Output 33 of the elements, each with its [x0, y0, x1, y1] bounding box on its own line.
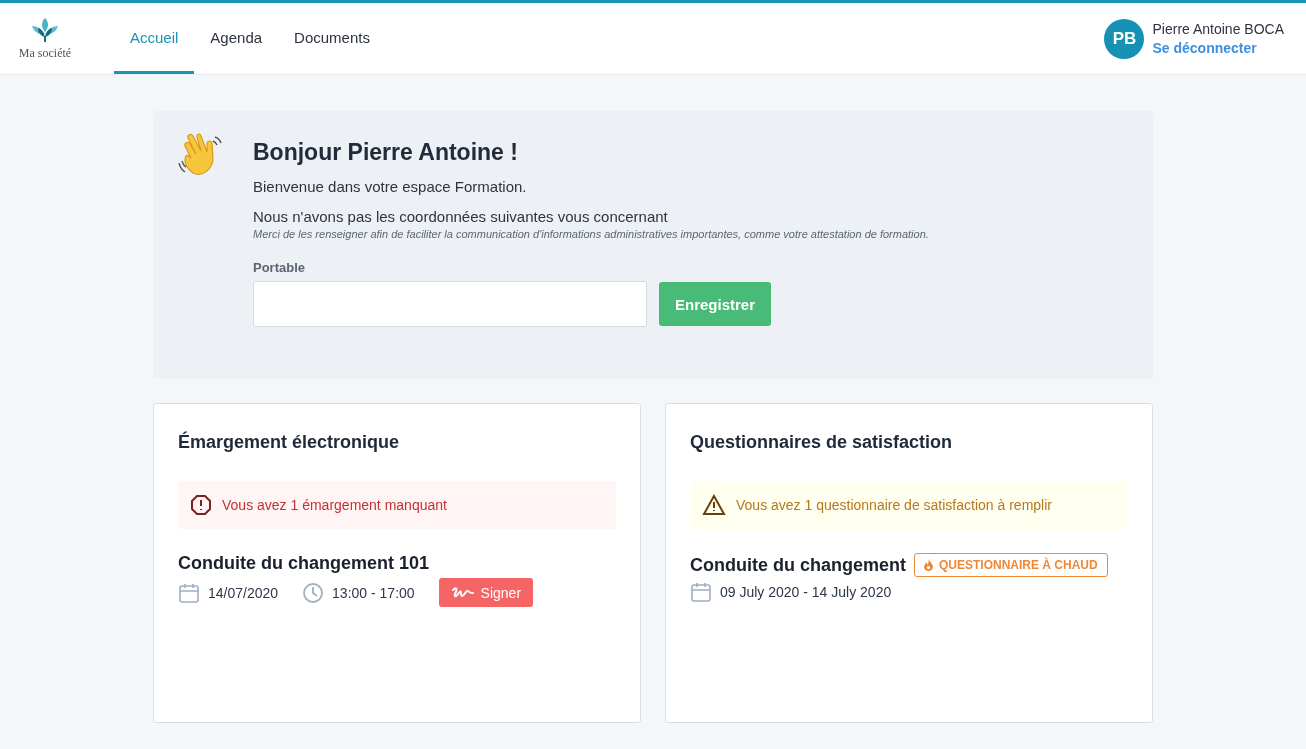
phone-input-field[interactable] — [253, 281, 647, 327]
sign-button[interactable]: Signer — [438, 578, 534, 607]
nav-tab[interactable]: Documents — [278, 3, 386, 74]
logout-link[interactable]: Se déconnecter — [1152, 40, 1284, 56]
session-title: Conduite du changement — [690, 554, 906, 576]
card-title: Questionnaires de satisfaction — [690, 432, 954, 453]
calendar-icon — [178, 581, 200, 604]
alert-octagon-icon — [190, 494, 212, 516]
signature-icon — [450, 585, 475, 600]
session-date: 14/07/2020 — [208, 584, 279, 601]
welcome-title: Bonjour Pierre Antoine ! — [253, 139, 519, 166]
clock-icon — [302, 581, 325, 604]
alert-text: Vous avez 1 questionnaire de satisfaction à remplir — [736, 497, 1052, 513]
logo-text: Ma société — [18, 46, 72, 61]
nav-tab[interactable]: Accueil — [114, 3, 195, 74]
session-title: Conduite du changement 101 — [178, 553, 430, 574]
nav-tab[interactable]: Agenda — [194, 3, 279, 74]
session-time: 13:00 - 17:00 — [332, 584, 415, 601]
field-label: Portable — [253, 260, 306, 275]
user-avatar: PB — [1104, 18, 1145, 59]
questionnaire-badge: QUESTIONNAIRE À CHAUD — [914, 553, 1108, 577]
alert-text: Vous avez 1 émargement manquant — [222, 497, 447, 513]
warning-icon — [702, 494, 726, 516]
user-name: Pierre Antoine BOCA — [1152, 21, 1284, 37]
missing-info-hint: Merci de les renseigner afin de faciliter la communication d'informations administratives importantes, comme votre attestation de formation. — [253, 228, 929, 240]
welcome-subtitle: Bienvenue dans votre espace Formation. — [253, 178, 528, 195]
flame-icon — [924, 559, 933, 571]
session-date: 09 July 2020 - 14 July 2020 — [720, 584, 892, 600]
card-title: Émargement électronique — [178, 432, 401, 453]
calendar-icon — [690, 581, 712, 603]
missing-info-notice: Nous n'avons pas les coordonnées suivantes vous concernant — [253, 208, 669, 225]
lotus-logo-icon — [29, 16, 61, 44]
save-button[interactable]: Enregistrer — [659, 282, 772, 326]
